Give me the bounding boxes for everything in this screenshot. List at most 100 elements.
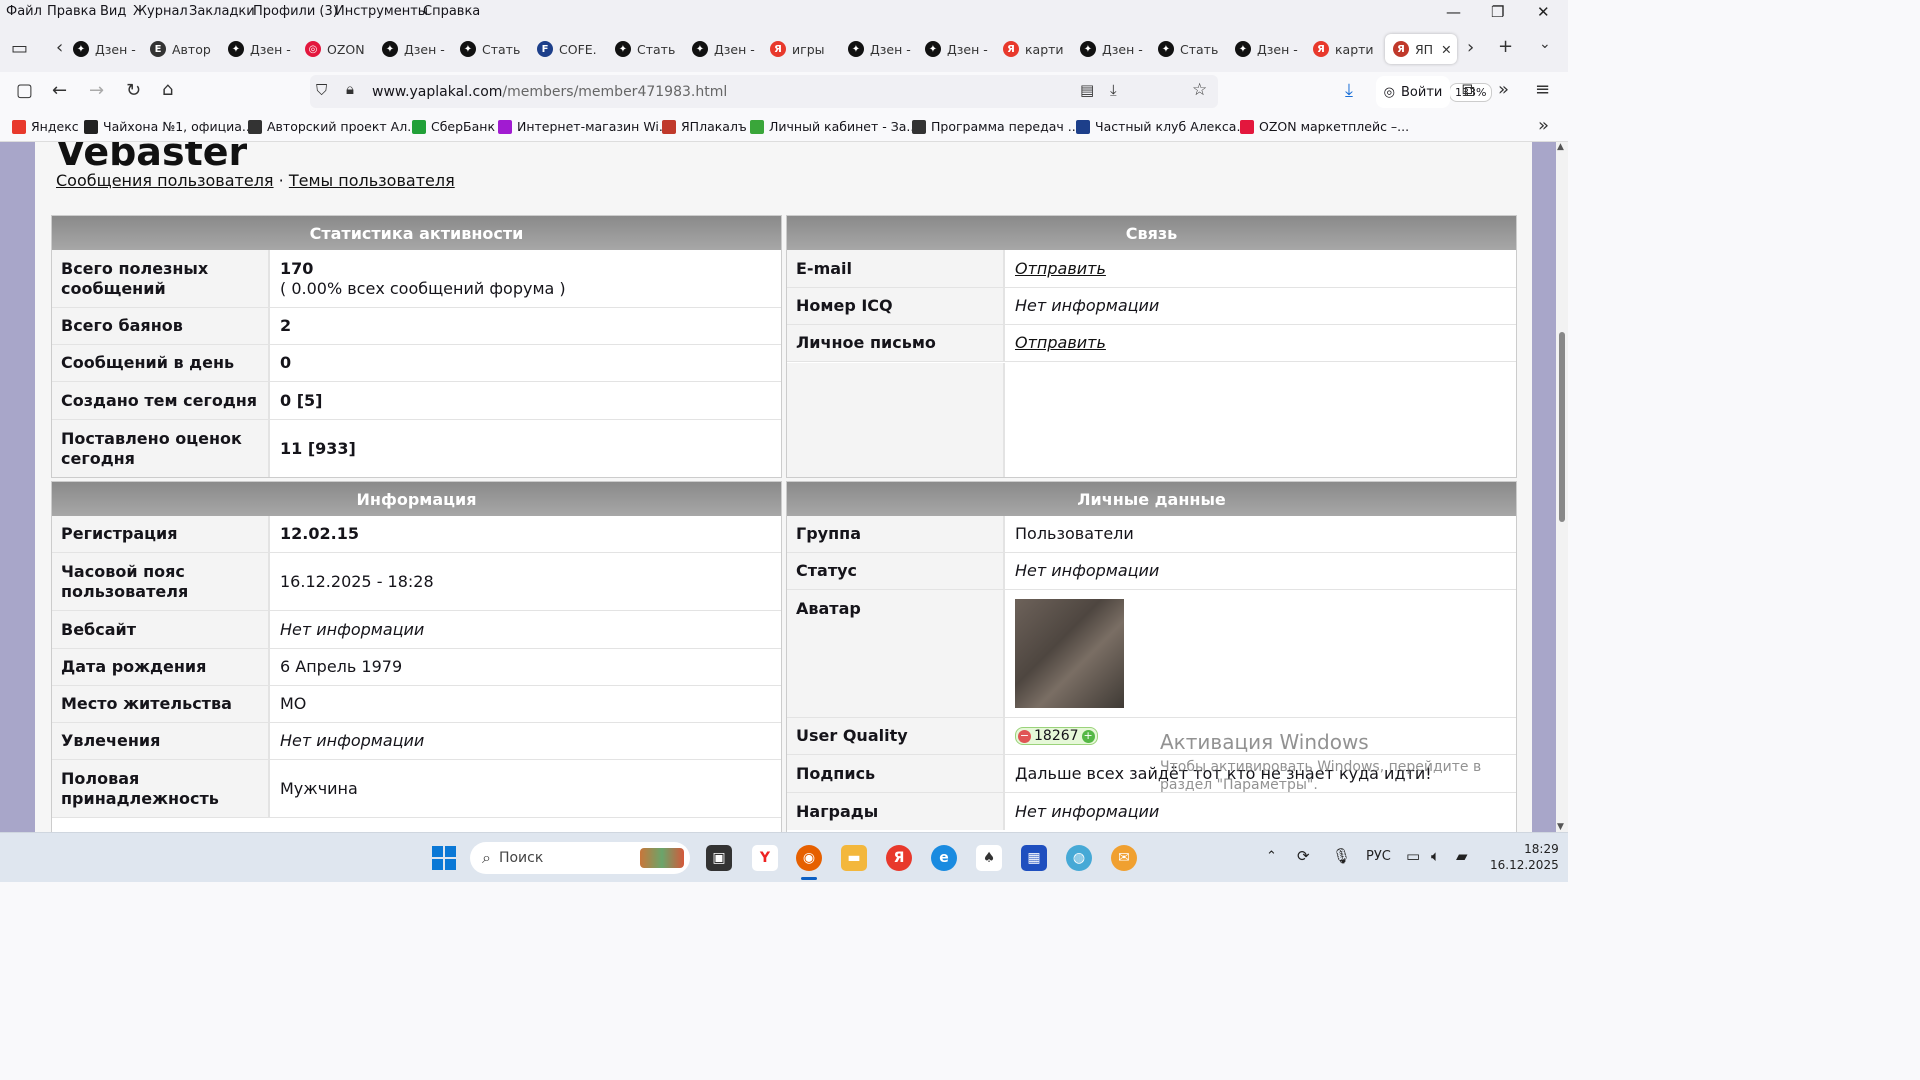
firefox-icon[interactable]: ◉ <box>796 845 822 871</box>
bookmark-item[interactable]: СберБанк <box>412 119 495 134</box>
menu-history[interactable]: Журнал <box>133 4 188 19</box>
tab[interactable]: F COFE. <box>537 34 603 64</box>
tab[interactable]: Я ЯП ✕ <box>1385 34 1457 64</box>
tab-label: игры <box>792 41 825 57</box>
tab[interactable]: ✦ Дзен - <box>848 34 914 64</box>
menu-help[interactable]: Справка <box>423 4 480 19</box>
save-to-pocket-icon[interactable]: ⤓ <box>1110 81 1117 99</box>
yandex-icon[interactable]: Я <box>886 845 912 871</box>
bookmark-item[interactable]: OZON маркетплейс –... <box>1240 119 1409 134</box>
personal-row: Награды Нет информации <box>787 793 1516 830</box>
back-icon[interactable]: ← <box>52 80 67 101</box>
taskbar-search[interactable]: ⌕ Поиск <box>470 842 690 874</box>
tab[interactable]: ✦ Дзен - <box>1235 34 1301 64</box>
scroll-up-icon[interactable]: ▲ <box>1557 142 1564 152</box>
bookmark-item[interactable]: ЯПлакалъ <box>662 119 747 134</box>
tab[interactable]: ✦ Дзен - <box>925 34 991 64</box>
url-text[interactable]: www.yaplakal.com/members/member471983.ht… <box>372 84 727 100</box>
bookmark-star-icon[interactable]: ☆ <box>1192 80 1207 100</box>
tab[interactable]: Якарти <box>1313 34 1379 64</box>
tab[interactable]: ◎ OZON <box>305 34 371 64</box>
scroll-tabs-right-icon[interactable]: › <box>1467 37 1474 58</box>
more-bookmarks-icon[interactable]: » <box>1538 115 1549 136</box>
user-topics-link[interactable]: Темы пользователя <box>289 171 455 190</box>
overflow-menu-icon[interactable]: » <box>1498 79 1509 100</box>
bookmark-item[interactable]: Яндекс <box>12 119 79 134</box>
login-button[interactable]: ◎ Войти <box>1376 76 1450 108</box>
language-indicator[interactable]: РУС <box>1366 849 1391 864</box>
avatar <box>1015 599 1124 708</box>
scroll-tabs-left-icon[interactable]: ‹ <box>56 37 63 58</box>
solitaire-icon[interactable]: ♠ <box>976 845 1002 871</box>
clock[interactable]: 18:29 16.12.2025 <box>1490 841 1559 873</box>
windows-start-icon[interactable] <box>432 846 456 870</box>
tab[interactable]: Якарти <box>1003 34 1069 64</box>
tab[interactable]: ✦ Стать <box>1158 34 1224 64</box>
sync-icon[interactable]: ⟳ <box>1297 847 1310 865</box>
personal-panel: Личные данные Группа Пользователи Статус… <box>786 481 1517 841</box>
restore-icon[interactable]: ❐ <box>1491 3 1504 21</box>
page-scrollbar[interactable]: ▲ ▼ <box>1556 142 1568 832</box>
downloads-icon[interactable]: ⤓ <box>1345 80 1353 101</box>
list-tabs-icon[interactable]: ⌄ <box>1539 36 1551 52</box>
close-window-icon[interactable]: ✕ <box>1537 3 1550 21</box>
forward-icon[interactable]: → <box>89 80 104 101</box>
bookmark-item[interactable]: Частный клуб Алекса... <box>1076 119 1248 134</box>
yandex-browser-icon[interactable]: Y <box>752 845 778 871</box>
send-pm-link[interactable]: Отправить <box>1015 333 1106 353</box>
globe-app-icon[interactable]: ◍ <box>1066 845 1092 871</box>
reload-icon[interactable]: ↻ <box>126 80 141 101</box>
scrollbar-thumb[interactable] <box>1559 332 1565 522</box>
tab[interactable]: ✦ Стать <box>460 34 526 64</box>
url-bar[interactable]: ⛉ 🔒︎ www.yaplakal.com/members/member4719… <box>310 75 1493 108</box>
shield-icon[interactable]: ⛉ <box>316 81 327 99</box>
menu-view[interactable]: Вид <box>100 4 126 19</box>
tab[interactable]: ✦ Дзен - <box>1080 34 1146 64</box>
vote-plus-icon[interactable]: + <box>1081 729 1095 743</box>
menu-edit[interactable]: Правка <box>47 4 96 19</box>
tab[interactable]: E Автор <box>150 34 216 64</box>
link-separator: · <box>278 171 284 190</box>
microphone-icon[interactable]: 🎙︎ <box>1332 847 1351 865</box>
minimize-icon[interactable]: — <box>1446 3 1461 21</box>
bookmark-item[interactable]: Интернет-магазин Wi... <box>498 119 671 134</box>
stat-label: Сообщений в день <box>52 345 270 381</box>
sidebar-icon[interactable]: ▢ <box>16 80 33 101</box>
vote-minus-icon[interactable]: − <box>1018 729 1031 743</box>
bookmark-item[interactable]: Программа передач ... <box>912 119 1080 134</box>
menu-profiles[interactable]: Профили (3) <box>253 4 338 19</box>
tab[interactable]: ✦ Дзен - <box>382 34 448 64</box>
tab[interactable]: ✦ Стать <box>615 34 681 64</box>
menu-tools[interactable]: Инструменты <box>335 4 428 19</box>
file-explorer-icon[interactable]: ▬ <box>841 845 867 871</box>
bookmark-item[interactable]: Чайхона №1, официа... <box>84 119 254 134</box>
tab-overview-icon[interactable]: ▭ <box>11 38 28 59</box>
scroll-down-icon[interactable]: ▼ <box>1557 822 1564 832</box>
send-email-link[interactable]: Отправить <box>1015 259 1106 279</box>
volume-icon[interactable]: 🔈︎ <box>1431 847 1440 865</box>
close-tab-icon[interactable]: ✕ <box>1441 42 1451 57</box>
edge-icon[interactable]: e <box>931 845 957 871</box>
tab[interactable]: ✦ Дзен - <box>73 34 139 64</box>
task-view-icon[interactable]: ▣ <box>706 845 732 871</box>
battery-icon[interactable]: ▰ <box>1456 847 1468 865</box>
tab[interactable]: ✦ Дзен - <box>692 34 758 64</box>
lock-icon[interactable]: 🔒︎ <box>346 80 354 98</box>
hamburger-menu-icon[interactable]: ≡ <box>1535 79 1550 100</box>
home-icon[interactable]: ⌂ <box>162 79 173 100</box>
menu-file[interactable]: Файл <box>6 4 42 19</box>
menu-bookmarks[interactable]: Закладки <box>189 4 255 19</box>
user-posts-link[interactable]: Сообщения пользователя <box>56 171 274 190</box>
network-icon[interactable]: ▭ <box>1406 847 1420 865</box>
bookmark-item[interactable]: Личный кабинет - За... <box>750 119 918 134</box>
tab-label: Дзен - <box>1102 41 1143 57</box>
new-tab-icon[interactable]: + <box>1498 36 1513 57</box>
extensions-icon[interactable]: ⧉ <box>1462 80 1475 101</box>
tab[interactable]: Яигры <box>770 34 836 64</box>
tray-expand-icon[interactable]: ⌃ <box>1266 849 1277 864</box>
reader-view-icon[interactable]: ▤ <box>1080 81 1094 99</box>
bookmark-item[interactable]: Авторский проект Ал... <box>248 119 419 134</box>
store-icon[interactable]: ▦ <box>1021 845 1047 871</box>
tab[interactable]: ✦ Дзен - <box>228 34 294 64</box>
mail-app-icon[interactable]: ✉ <box>1111 845 1137 871</box>
